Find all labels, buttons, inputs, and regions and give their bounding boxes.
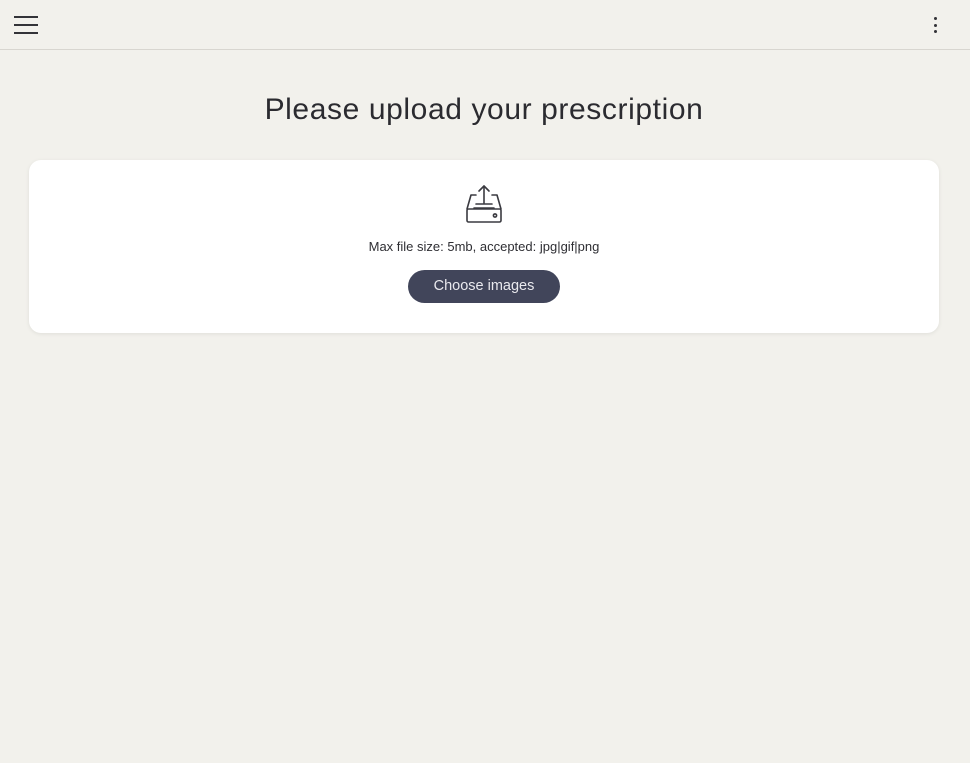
menu-line xyxy=(14,16,38,18)
upload-card: Max file size: 5mb, accepted: jpg|gif|pn… xyxy=(29,160,939,333)
page-title: Please upload your prescription xyxy=(264,93,704,126)
dot xyxy=(933,30,937,33)
hamburger-menu-icon[interactable] xyxy=(14,14,38,36)
top-bar xyxy=(0,0,970,50)
menu-line xyxy=(14,24,38,26)
more-options-icon[interactable] xyxy=(926,14,944,36)
dot xyxy=(933,23,937,27)
choose-images-button[interactable]: Choose images xyxy=(408,270,560,303)
menu-line xyxy=(14,32,38,34)
upload-tray-icon xyxy=(466,185,502,223)
dot xyxy=(933,17,937,20)
file-requirements-text: Max file size: 5mb, accepted: jpg|gif|pn… xyxy=(368,239,600,254)
